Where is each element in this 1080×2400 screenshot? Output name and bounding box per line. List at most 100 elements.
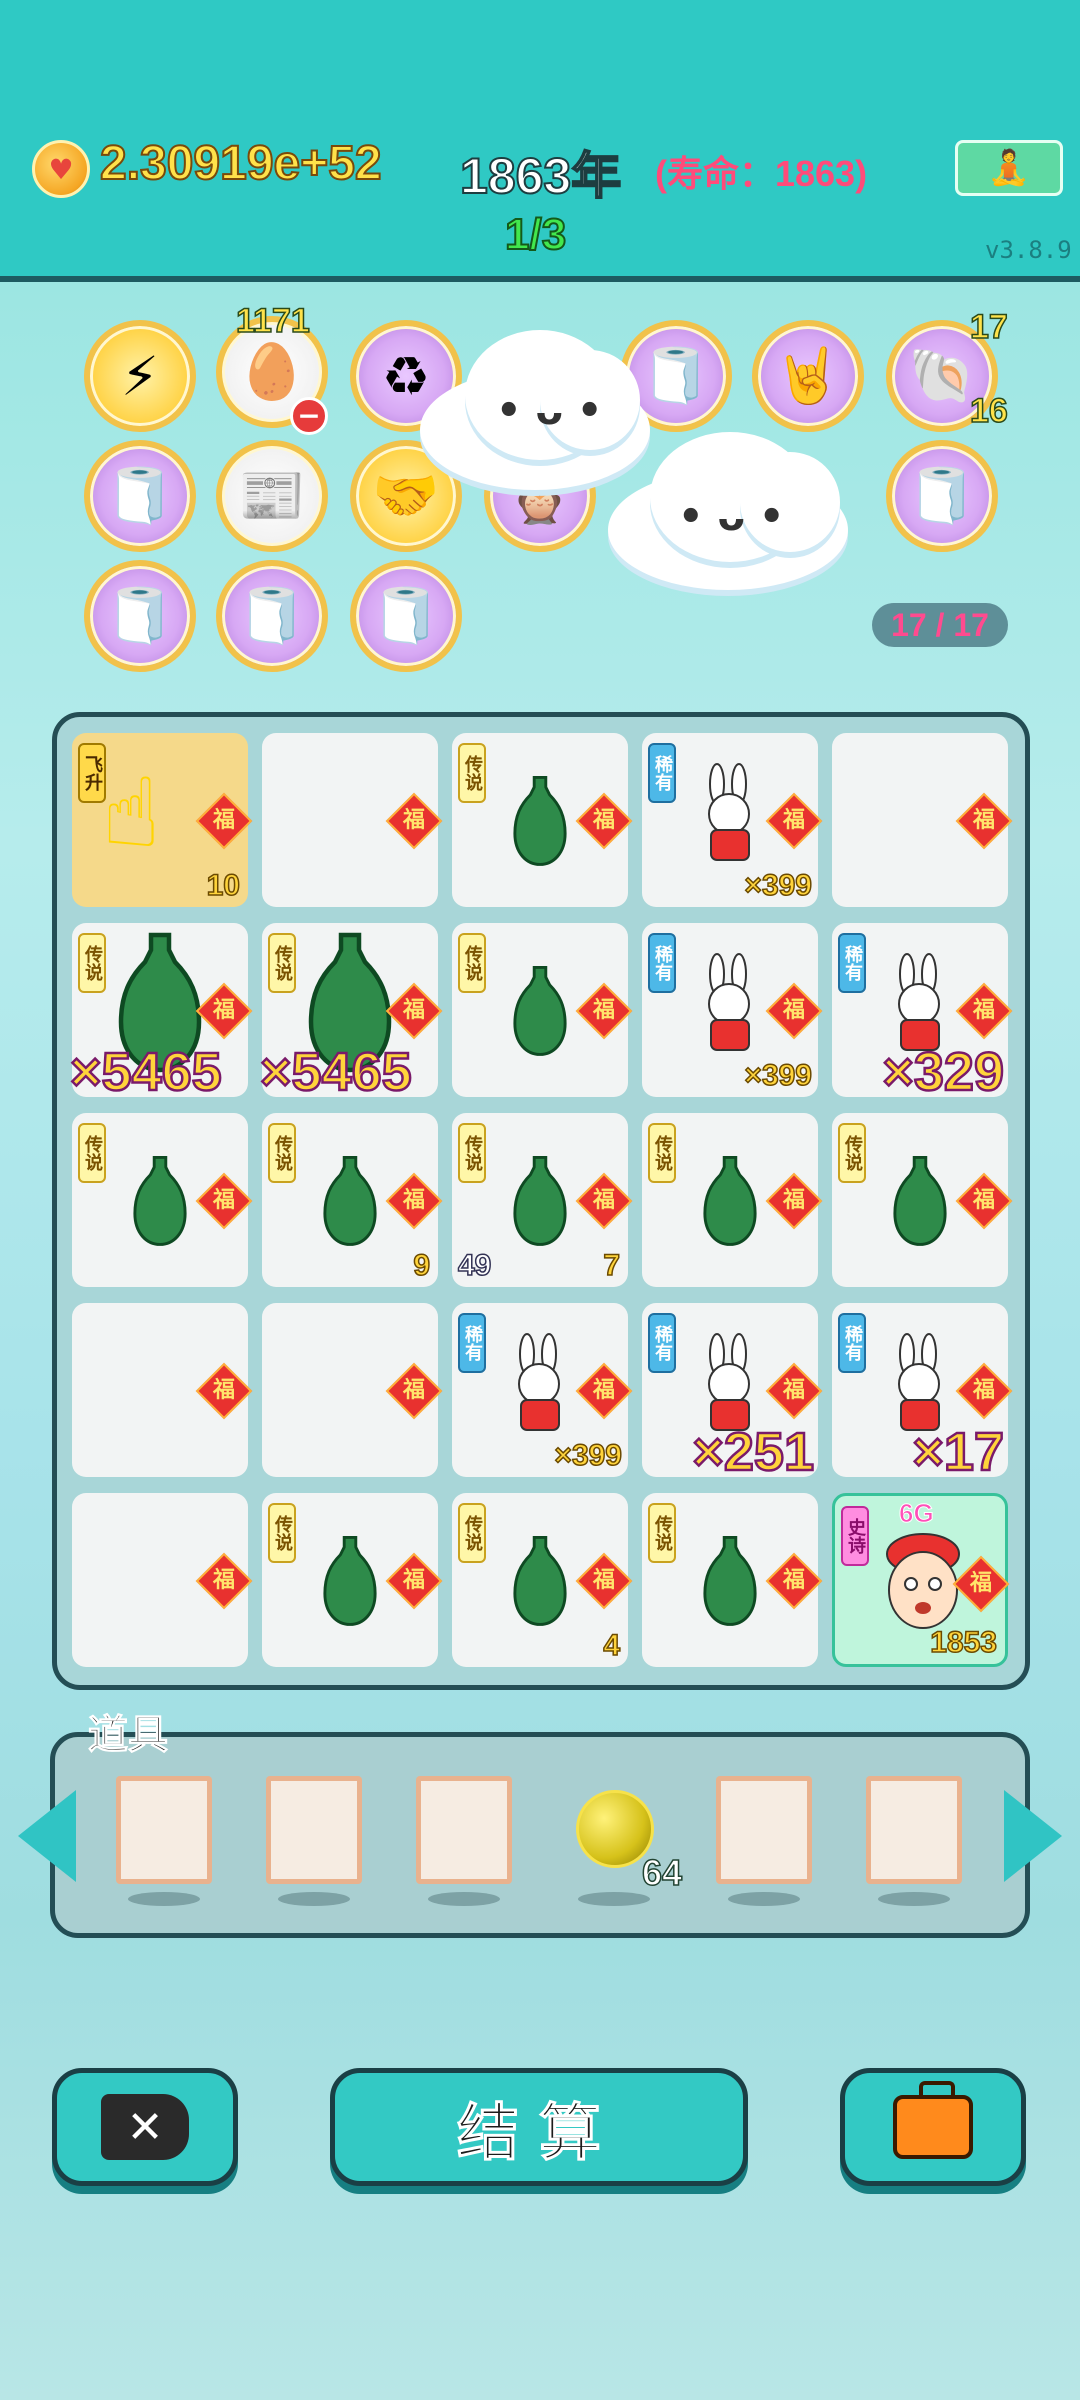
settle-button[interactable]: 结算 [330,2068,748,2186]
legend-tag: 传说 [458,1123,486,1183]
item-slot-empty[interactable] [716,1776,812,1884]
fortune-badge-icon: 福 [955,792,1013,850]
inventory-button[interactable] [840,2068,1026,2186]
tissue-box-relic-icon[interactable]: 🧻 [84,560,196,672]
fortune-badge-icon: 福 [385,792,443,850]
board-cell[interactable]: 传说 福 [452,733,633,907]
cell-counter: 1853 [930,1625,998,1660]
briefcase-icon [893,2081,973,2159]
legend-tag: 传说 [78,1123,106,1183]
fortune-badge-icon: 福 [765,1362,823,1420]
rare-tag: 稀有 [648,1313,676,1373]
cell-multiplier: ×399 [744,868,813,903]
board-cell[interactable]: 传说 福 [642,1113,823,1287]
board-cell[interactable]: 稀有 福 ×399 [642,923,823,1097]
fortune-badge-icon: 福 [575,1362,633,1420]
cell-multiplier: ×399 [554,1438,623,1473]
item-shadow [728,1892,800,1906]
board-cell[interactable]: 传说 福 [832,1113,1013,1287]
cell-left-counter: 49 [457,1248,492,1283]
fortune-badge-icon: 福 [955,982,1013,1040]
board-cell[interactable]: 福 [72,1303,253,1477]
board-cell[interactable]: 传说 福 49 7 [452,1113,633,1287]
board-cell[interactable]: 传说 福 [452,923,633,1097]
cell-multiplier: ×5465 [259,1041,413,1104]
fortune-badge-icon: 福 [195,1552,253,1610]
item-slot-bag-icon[interactable] [416,1776,512,1884]
board-cell[interactable]: 传说 福 4 [452,1493,633,1667]
items-next-arrow-icon[interactable] [1004,1790,1062,1882]
close-button[interactable]: ✕ [52,2068,238,2186]
board-cell[interactable]: 传说 福 ×5465 [259,923,443,1103]
fortune-badge-icon: 福 [385,1172,443,1230]
cell-top-label: 6G [899,1498,935,1529]
version-label: v3.8.9 [985,236,1072,264]
board-cell[interactable]: 福 [262,733,443,907]
epic-tag: 史诗 [841,1506,869,1566]
board-cell[interactable]: 稀有 福 ×251 [642,1303,823,1483]
fortune-badge-icon: 福 [575,1172,633,1230]
tissue-box-relic-icon[interactable]: 🧻 [84,440,196,552]
meditation-icon: 🧘 [987,148,1031,188]
cell-counter: 10 [206,868,241,903]
board-cell[interactable]: 福 [832,733,1013,907]
item-shadow [878,1892,950,1906]
tissue-box-relic-icon[interactable]: 🧻 [350,560,462,672]
board-cell[interactable]: 史诗 6G 福 1853 [832,1493,1010,1667]
rare-tag: 稀有 [648,743,676,803]
fortune-badge-icon: 福 [765,1172,823,1230]
rare-tag: 稀有 [648,933,676,993]
rare-tag: 稀有 [838,933,866,993]
board-cell[interactable]: 传说 福 [72,1113,253,1287]
board-cell[interactable]: 传说 福 [642,1493,823,1667]
fortune-badge-icon: 福 [385,1552,443,1610]
board-cell[interactable]: 稀有 福 ×399 [452,1303,633,1477]
time-magazine-relic-icon[interactable]: 📰 [216,440,328,552]
legend-tag: 传说 [78,933,106,993]
rock-hand-relic-icon[interactable]: 🤘 [752,320,864,432]
item-shadow [428,1892,500,1906]
shell-bottom-count: 16 [969,391,1008,431]
board-cell[interactable]: 稀有 福 ×329 [832,923,1013,1103]
board-cell[interactable]: 传说 福 ×5465 [69,923,253,1103]
current-year: 1863年 [459,147,622,205]
egg-carton-count: 1171 [235,301,310,341]
meditate-button[interactable]: 🧘 [955,140,1063,196]
board-cell[interactable]: 传说 福 [262,1493,443,1667]
board-cell[interactable]: 稀有 福 ×399 [642,733,823,907]
fortune-badge-icon: 福 [385,1362,443,1420]
jade-vase-icon [513,966,567,1056]
bunny-icon [708,952,750,1051]
lightning-relic-icon[interactable]: ⚡ [84,320,196,432]
fortune-badge-icon: 福 [765,982,823,1040]
items-prev-arrow-icon[interactable] [18,1790,76,1882]
item-slot-empty[interactable] [866,1776,962,1884]
board-cell[interactable]: 飞升 ☝ 福 10 [72,733,253,907]
legend-tag: 传说 [268,1123,296,1183]
legend-tag: 传说 [648,1503,676,1563]
legend-tag: 传说 [458,933,486,993]
board-cell[interactable]: 福 [72,1493,253,1667]
item-shadow [128,1892,200,1906]
jade-vase-icon [703,1156,757,1246]
item-shadow [578,1892,650,1906]
cell-multiplier: ×17 [911,1421,1005,1484]
fortune-badge-icon: 福 [955,1362,1013,1420]
board-cell[interactable]: 传说 福 9 [262,1113,443,1287]
tissue-box-relic-icon[interactable]: 🧻 [216,560,328,672]
cell-counter: 9 [413,1248,431,1283]
jade-vase-icon [513,1536,567,1626]
board-cell[interactable]: 福 [262,1303,443,1477]
fortune-badge-icon: 福 [765,792,823,850]
cell-counter: 7 [603,1248,621,1283]
rare-tag: 稀有 [458,1313,486,1373]
board-cell[interactable]: 稀有 福 ×17 [832,1303,1013,1483]
item-slot-bag-icon[interactable] [116,1776,212,1884]
items-label: 道具 [88,1712,169,1759]
remove-icon[interactable]: − [290,397,328,435]
cell-multiplier: ×329 [881,1041,1005,1104]
tissue-box-relic-icon[interactable]: 🧻 [886,440,998,552]
bunny-icon [518,1332,560,1431]
item-slot-bag-icon[interactable] [266,1776,362,1884]
cell-multiplier: ×5465 [69,1041,223,1104]
